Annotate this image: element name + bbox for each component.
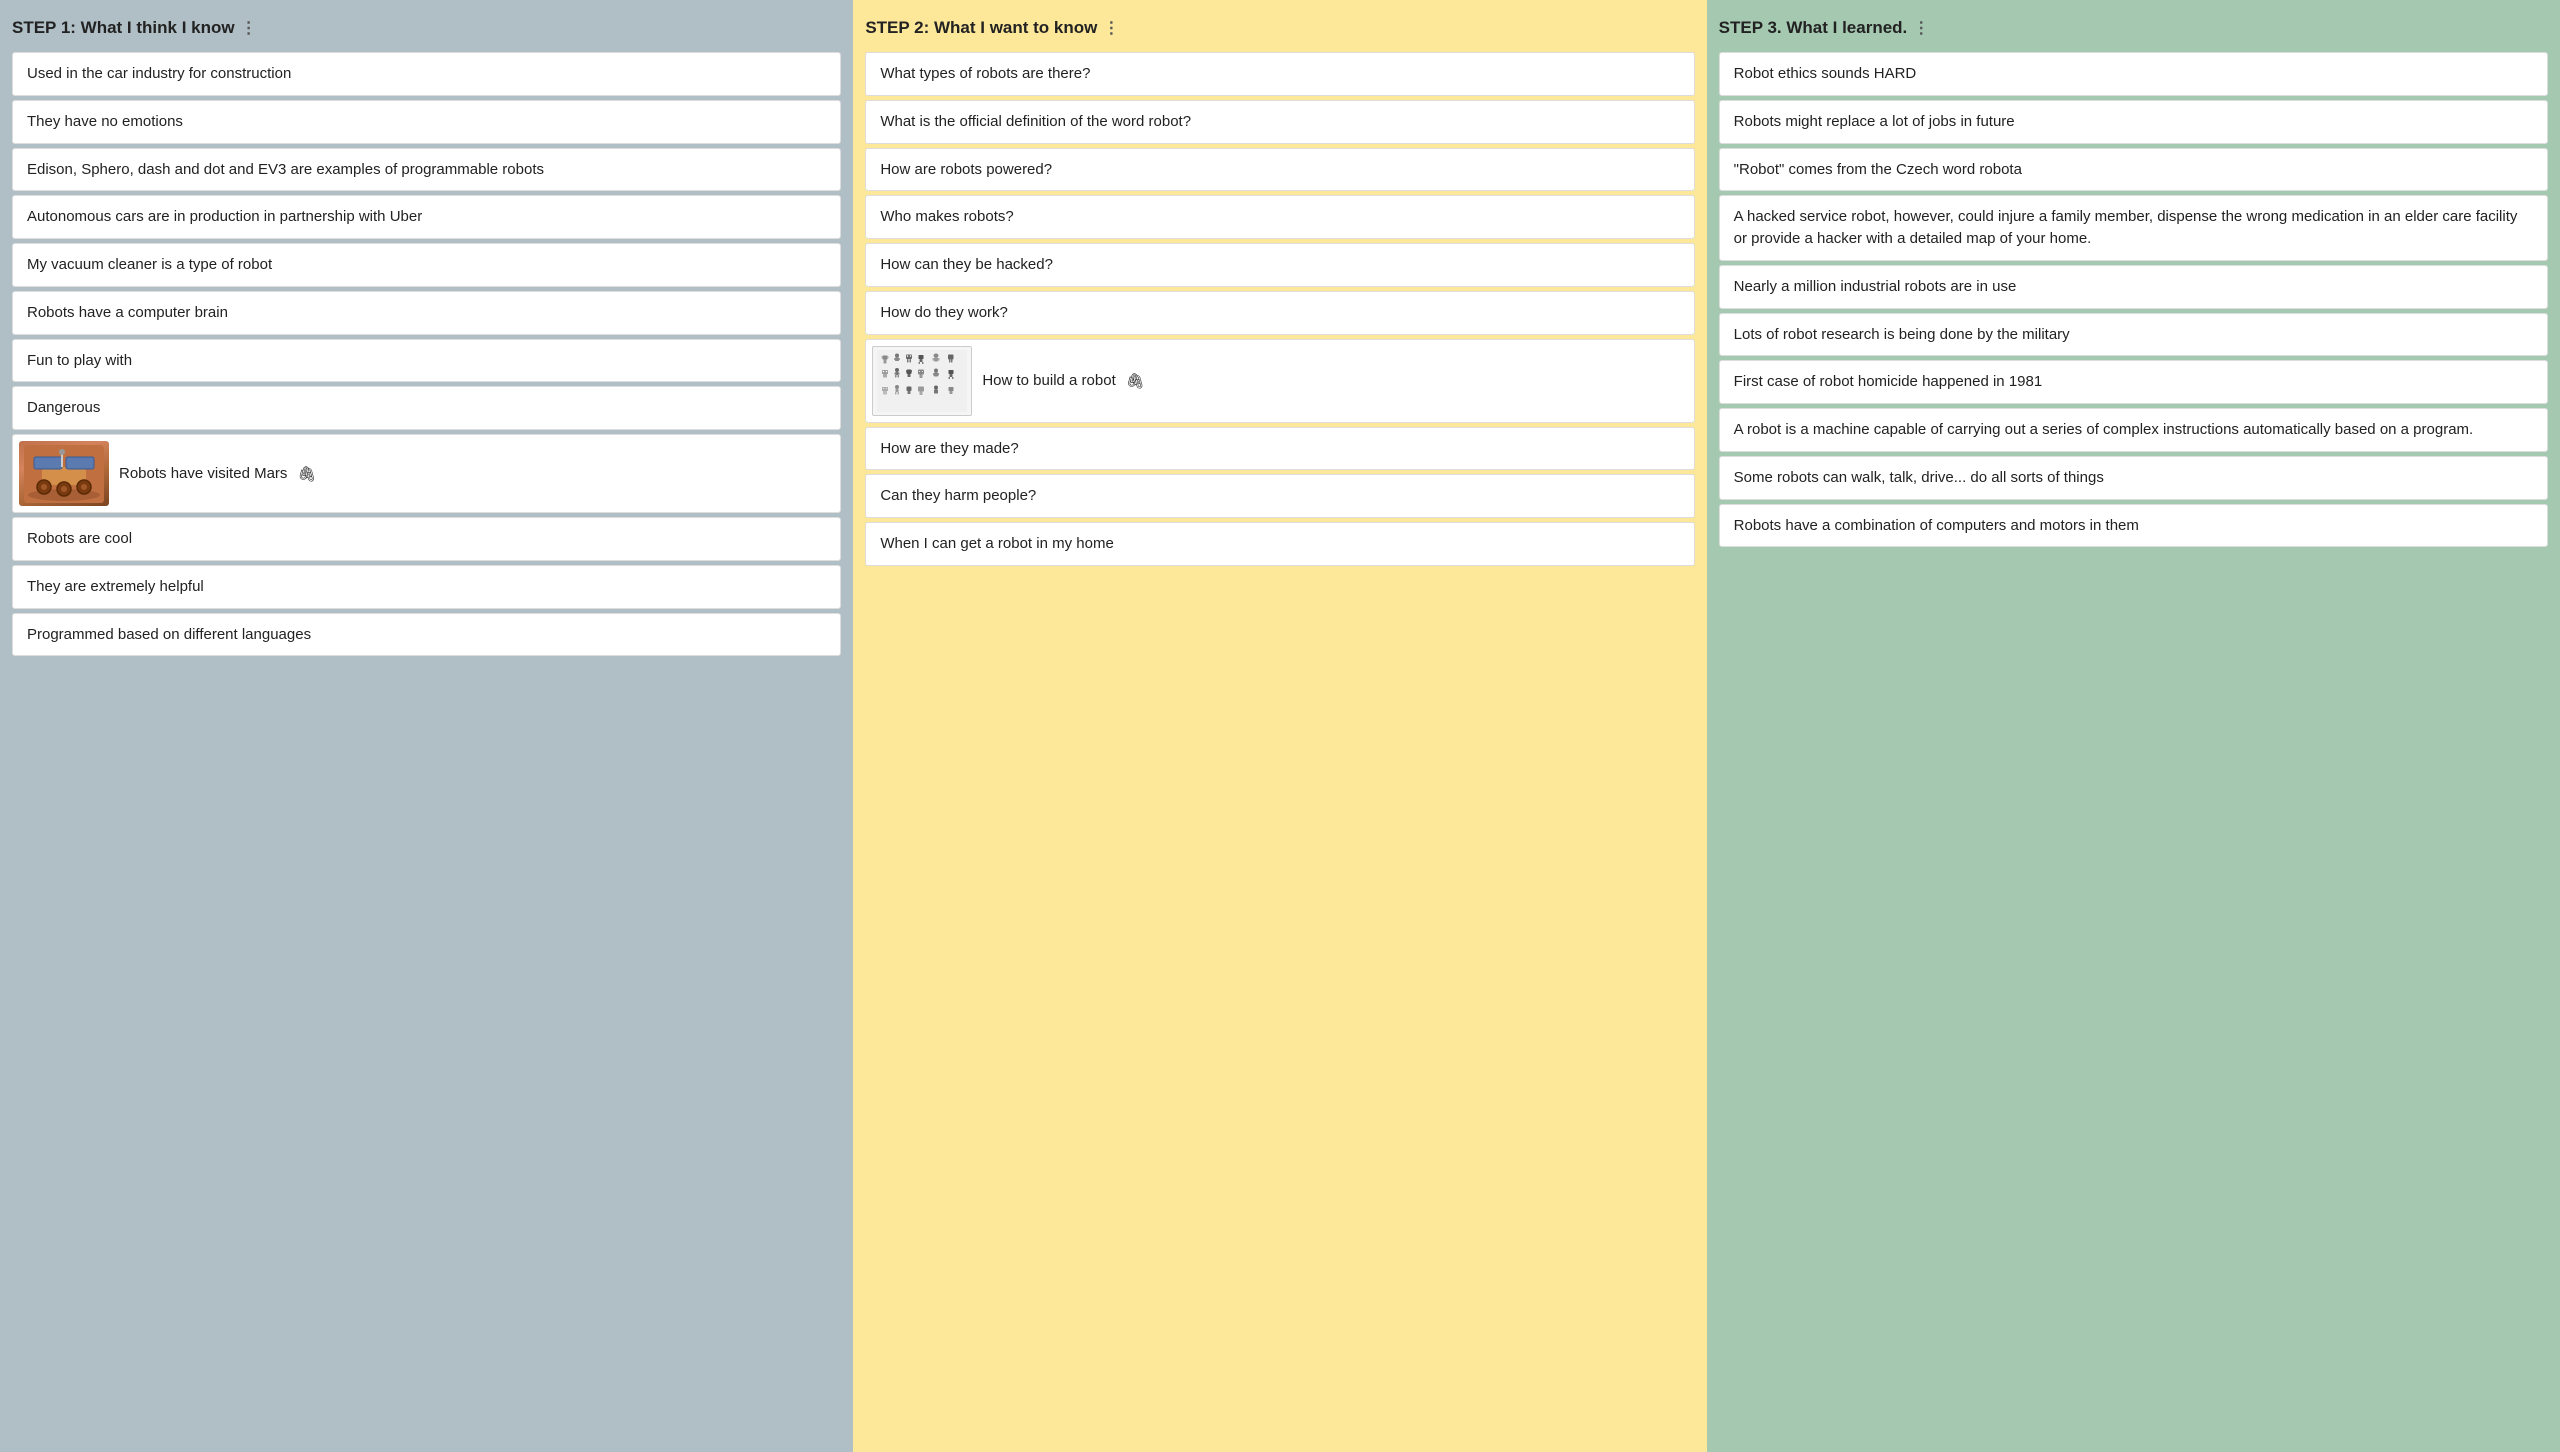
list-item: What is the official definition of the w… <box>865 100 1694 144</box>
card-text: When I can get a robot in my home <box>880 533 1679 555</box>
list-item: My vacuum cleaner is a type of robot <box>12 243 841 287</box>
column-want: STEP 2: What I want to know ⋮ What types… <box>853 0 1706 1452</box>
card-text: Robots have a computer brain <box>27 302 826 324</box>
column-know-header: STEP 1: What I think I know ⋮ <box>12 18 841 42</box>
card-text: Robots have a combination of computers a… <box>1734 515 2533 537</box>
list-item: A hacked service robot, however, could i… <box>1719 195 2548 261</box>
attach-icon: 🖇 <box>297 465 316 483</box>
card-text: They have no emotions <box>27 111 826 133</box>
list-item: How are robots powered? <box>865 148 1694 192</box>
card-text: Who makes robots? <box>880 206 1679 228</box>
card-text: Edison, Sphero, dash and dot and EV3 are… <box>27 159 826 181</box>
column-want-header: STEP 2: What I want to know ⋮ <box>865 18 1694 42</box>
list-item: When I can get a robot in my home <box>865 522 1694 566</box>
list-item: Fun to play with <box>12 339 841 383</box>
list-item: They are extremely helpful <box>12 565 841 609</box>
list-item: Can they harm people? <box>865 474 1694 518</box>
list-item-robots-image: How to build a robot 🖇 <box>865 339 1694 423</box>
card-text: Lots of robot research is being done by … <box>1734 324 2533 346</box>
column-know-title: STEP 1: What I think I know <box>12 18 235 38</box>
card-text: My vacuum cleaner is a type of robot <box>27 254 826 276</box>
card-text: How can they be hacked? <box>880 254 1679 276</box>
list-item-mars: Robots have visited Mars 🖇 <box>12 434 841 513</box>
card-text: Some robots can walk, talk, drive... do … <box>1734 467 2533 489</box>
card-text-mars: Robots have visited Mars <box>119 465 287 482</box>
card-text-robots: How to build a robot <box>982 372 1115 389</box>
kwl-board: STEP 1: What I think I know ⋮ Used in th… <box>0 0 2560 1452</box>
list-item: Programmed based on different languages <box>12 613 841 657</box>
list-item: Some robots can walk, talk, drive... do … <box>1719 456 2548 500</box>
card-text: Used in the car industry for constructio… <box>27 63 826 85</box>
list-item: First case of robot homicide happened in… <box>1719 360 2548 404</box>
column-want-title: STEP 2: What I want to know <box>865 18 1097 38</box>
list-item: Robots are cool <box>12 517 841 561</box>
column-learned-title: STEP 3. What I learned. <box>1719 18 1908 38</box>
card-text: How do they work? <box>880 302 1679 324</box>
list-item: Robots have a computer brain <box>12 291 841 335</box>
column-learned: STEP 3. What I learned. ⋮ Robot ethics s… <box>1707 0 2560 1452</box>
list-item: Who makes robots? <box>865 195 1694 239</box>
attach-icon-robots: 🖇 <box>1126 372 1145 390</box>
column-know-menu[interactable]: ⋮ <box>241 18 257 38</box>
list-item: Robot ethics sounds HARD <box>1719 52 2548 96</box>
list-item: Used in the car industry for constructio… <box>12 52 841 96</box>
card-text: How are robots powered? <box>880 159 1679 181</box>
list-item: Robots might replace a lot of jobs in fu… <box>1719 100 2548 144</box>
mars-rover-image <box>19 441 109 506</box>
list-item: How can they be hacked? <box>865 243 1694 287</box>
card-text: What types of robots are there? <box>880 63 1679 85</box>
card-text: What is the official definition of the w… <box>880 111 1679 133</box>
card-text: Robots are cool <box>27 528 826 550</box>
card-text: Robots might replace a lot of jobs in fu… <box>1734 111 2533 133</box>
list-item: How do they work? <box>865 291 1694 335</box>
list-item: A robot is a machine capable of carrying… <box>1719 408 2548 452</box>
card-text: Nearly a million industrial robots are i… <box>1734 276 2533 298</box>
card-text: A hacked service robot, however, could i… <box>1734 206 2533 250</box>
column-want-menu[interactable]: ⋮ <box>1103 18 1119 38</box>
card-text: Robot ethics sounds HARD <box>1734 63 2533 85</box>
column-learned-menu[interactable]: ⋮ <box>1913 18 1929 38</box>
column-know: STEP 1: What I think I know ⋮ Used in th… <box>0 0 853 1452</box>
card-text: Dangerous <box>27 397 826 419</box>
list-item: Robots have a combination of computers a… <box>1719 504 2548 548</box>
card-text: First case of robot homicide happened in… <box>1734 371 2533 393</box>
robots-image <box>872 346 972 416</box>
card-text: "Robot" comes from the Czech word robota <box>1734 159 2533 181</box>
list-item: Edison, Sphero, dash and dot and EV3 are… <box>12 148 841 192</box>
list-item: Autonomous cars are in production in par… <box>12 195 841 239</box>
card-text: They are extremely helpful <box>27 576 826 598</box>
card-text: A robot is a machine capable of carrying… <box>1734 419 2533 441</box>
list-item: "Robot" comes from the Czech word robota <box>1719 148 2548 192</box>
column-learned-header: STEP 3. What I learned. ⋮ <box>1719 18 2548 42</box>
list-item: Lots of robot research is being done by … <box>1719 313 2548 357</box>
card-text: Can they harm people? <box>880 485 1679 507</box>
card-text: How are they made? <box>880 438 1679 460</box>
list-item: Dangerous <box>12 386 841 430</box>
card-text: Fun to play with <box>27 350 826 372</box>
list-item: How are they made? <box>865 427 1694 471</box>
list-item: They have no emotions <box>12 100 841 144</box>
list-item: Nearly a million industrial robots are i… <box>1719 265 2548 309</box>
card-text: Programmed based on different languages <box>27 624 826 646</box>
card-text: Autonomous cars are in production in par… <box>27 206 826 228</box>
list-item: What types of robots are there? <box>865 52 1694 96</box>
